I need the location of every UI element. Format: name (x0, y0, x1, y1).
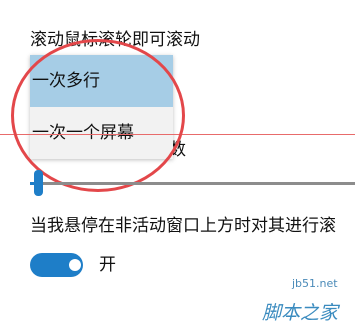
toggle-knob (69, 259, 81, 271)
slider-track[interactable] (30, 182, 355, 185)
watermark-url: jb51.net (292, 277, 338, 290)
slider-thumb[interactable] (34, 170, 43, 196)
watermark-name: 脚本之家 (262, 302, 339, 324)
hover-setting-label: 当我悬停在非活动窗口上方时对其进行滚 (30, 216, 336, 236)
toggle-state-label: 开 (99, 255, 116, 275)
